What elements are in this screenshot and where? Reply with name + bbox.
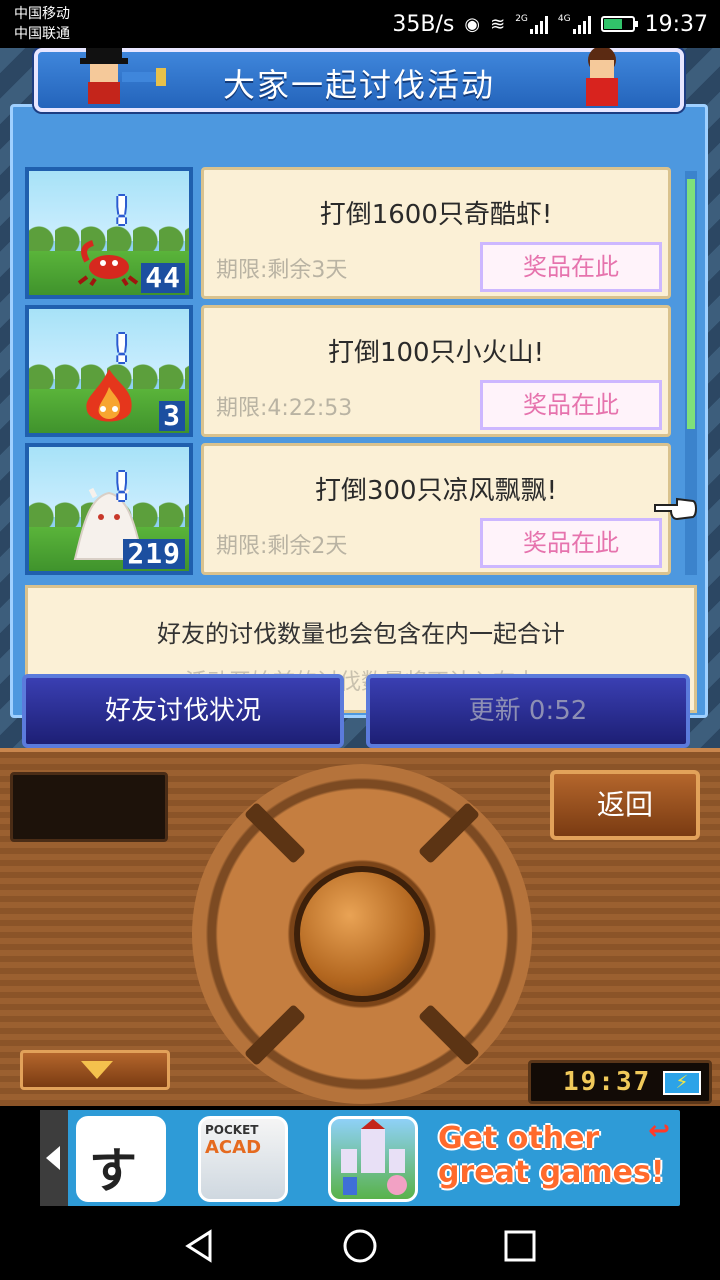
event-panel: ! 44 打倒1600只奇酷虾! 期限:剩余3天 奖品在此 ! 3 打倒100只… — [10, 104, 708, 718]
mini-screen — [10, 772, 168, 842]
prize-button[interactable]: 奖品在此 — [480, 518, 662, 568]
chevron-left-icon — [46, 1146, 60, 1170]
defeat-count: 3 — [159, 401, 185, 431]
pirate-character-icon — [80, 48, 166, 104]
home-circle-icon[interactable] — [340, 1226, 380, 1266]
network-type-1: 2G — [515, 14, 528, 24]
defeat-count: 219 — [123, 539, 185, 569]
ad-app-castle[interactable] — [328, 1116, 418, 1202]
app-title-small: POCKET — [205, 1123, 259, 1137]
wifi-icon: ≋ — [490, 13, 506, 35]
charging-icon: ⚡ — [663, 1071, 701, 1095]
game-screen: ! 44 打倒1600只奇酷虾! 期限:剩余3天 奖品在此 ! 3 打倒100只… — [0, 48, 720, 1106]
signal-icon: 2G — [515, 14, 548, 34]
carrier-labels: 中国移动 中国联通 — [14, 4, 70, 44]
status-time: 19:37 — [644, 11, 708, 37]
back-triangle-icon[interactable] — [180, 1226, 220, 1266]
system-nav-bar — [0, 1208, 720, 1280]
quest-task: 打倒1600只奇酷虾! — [319, 200, 553, 230]
alert-icon: ! — [113, 189, 131, 233]
quest-card: 打倒100只小火山! 期限:4:22:53 奖品在此 — [201, 305, 671, 437]
quest-list[interactable]: ! 44 打倒1600只奇酷虾! 期限:剩余3天 奖品在此 ! 3 打倒100只… — [25, 167, 685, 579]
castle-icon — [341, 1119, 407, 1195]
app-logo-text: すし — [89, 1143, 138, 1199]
network-speed: 35B/s — [392, 11, 455, 37]
prize-button[interactable]: 奖品在此 — [480, 242, 662, 292]
prize-button[interactable]: 奖品在此 — [480, 380, 662, 430]
battery-icon — [600, 16, 638, 32]
dial-center-button[interactable] — [294, 866, 430, 1002]
status-bar: 中国移动 中国联通 35B/s ◉ ≋ 2G 4G 19:37 — [0, 0, 720, 48]
signal-icon-2: 4G — [558, 14, 591, 34]
monster-thumbnail: ! 219 — [25, 443, 193, 575]
alert-icon: ! — [113, 327, 131, 371]
ad-prev-button[interactable] — [40, 1110, 68, 1206]
game-clock: 19:37 ⚡ — [528, 1060, 712, 1104]
status-right: 35B/s ◉ ≋ 2G 4G 19:37 — [392, 8, 708, 40]
defeat-count: 44 — [141, 263, 185, 293]
quest-deadline: 期限:剩余3天 — [216, 258, 348, 283]
down-arrow-button[interactable] — [20, 1050, 170, 1090]
update-button[interactable]: 更新 0:52 — [366, 674, 690, 748]
ad-banner[interactable]: すし POCKET ACAD Get other great games! ↩ — [0, 1106, 720, 1208]
carrier-1: 中国移动 — [14, 6, 70, 22]
girl-character-icon — [586, 48, 618, 106]
clock-time: 19:37 — [563, 1067, 652, 1097]
quest-row: ! 219 打倒300只凉风飘飘! 期限:剩余2天 奖品在此 — [25, 443, 685, 575]
quest-deadline: 期限:4:22:53 — [216, 396, 353, 421]
back-button[interactable]: 返回 — [550, 770, 700, 840]
monster-thumbnail: ! 44 — [25, 167, 193, 299]
ad-content[interactable]: すし POCKET ACAD Get other great games! ↩ — [40, 1110, 680, 1206]
alert-icon: ! — [113, 465, 131, 509]
quest-task: 打倒300只凉风飘飘! — [314, 476, 558, 506]
ad-app-sushi[interactable]: すし — [76, 1116, 166, 1202]
dial-slot — [243, 801, 307, 865]
app-title-big: ACAD — [205, 1137, 262, 1158]
dial-slot — [417, 1003, 481, 1067]
dial-slot — [417, 801, 481, 865]
ad-headline[interactable]: Get other great games! — [438, 1122, 674, 1190]
quest-row: ! 44 打倒1600只奇酷虾! 期限:剩余3天 奖品在此 — [25, 167, 685, 299]
recent-apps-icon[interactable] — [500, 1226, 540, 1266]
scorpion-icon — [77, 240, 139, 287]
wooden-console: 返回 19:37 ⚡ — [0, 748, 720, 1106]
quest-card: 打倒300只凉风飘飘! 期限:剩余2天 奖品在此 — [201, 443, 671, 575]
quest-deadline: 期限:剩余2天 — [216, 534, 348, 559]
eye-icon: ◉ — [464, 13, 481, 35]
pointing-hand-icon — [654, 497, 697, 521]
return-arrow-icon: ↩ — [648, 1116, 670, 1146]
ad-line-1: Get other — [438, 1121, 600, 1156]
monster-thumbnail: ! 3 — [25, 305, 193, 437]
ad-line-2: great games! — [438, 1155, 665, 1190]
ad-app-pocket-academy[interactable]: POCKET ACAD — [198, 1116, 288, 1202]
scroll-thumb[interactable] — [687, 179, 695, 429]
quest-card: 打倒1600只奇酷虾! 期限:剩余3天 奖品在此 — [201, 167, 671, 299]
info-main-text: 好友的讨伐数量也会包含在内一起合计 — [157, 620, 565, 648]
quest-row: ! 3 打倒100只小火山! 期限:4:22:53 奖品在此 — [25, 305, 685, 437]
friends-status-button[interactable]: 好友讨伐状况 — [22, 674, 344, 748]
carrier-2: 中国联通 — [14, 26, 70, 42]
down-arrow-icon — [81, 1061, 113, 1079]
flame-icon — [86, 369, 132, 422]
directional-dial[interactable] — [192, 764, 532, 1104]
network-type-2: 4G — [557, 14, 571, 24]
dial-slot — [243, 1003, 307, 1067]
quest-task: 打倒100只小火山! — [327, 338, 545, 368]
